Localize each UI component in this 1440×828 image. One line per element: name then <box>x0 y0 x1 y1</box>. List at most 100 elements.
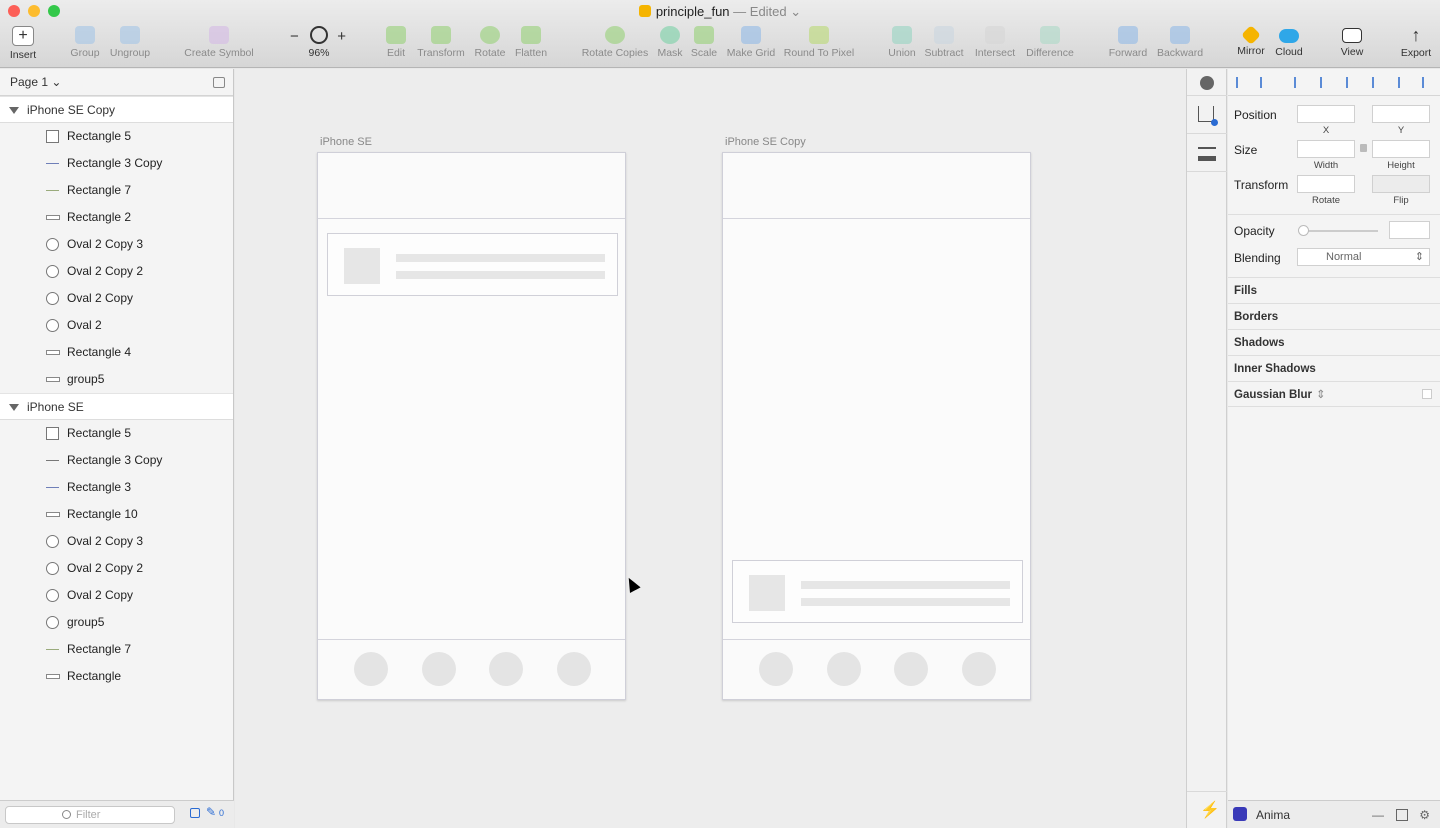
craft-icon[interactable] <box>1187 69 1227 96</box>
artboard-iphone-se-copy[interactable] <box>722 152 1031 700</box>
layer-row[interactable]: Rectangle <box>0 663 233 690</box>
align-left-icon[interactable] <box>1236 77 1249 88</box>
layer-row[interactable]: Oval 2 Copy 2 <box>0 555 233 582</box>
align-left-edge-icon[interactable] <box>1294 77 1307 88</box>
layer-row[interactable]: Oval 2 <box>0 312 233 339</box>
layer-row[interactable]: Rectangle 4 <box>0 339 233 366</box>
layer-row[interactable]: Rectangle 3 <box>0 474 233 501</box>
opacity-field[interactable] <box>1389 221 1430 239</box>
select-arrows-icon: ⇕ <box>1414 251 1424 263</box>
opacity-slider-knob[interactable] <box>1298 225 1309 236</box>
blur-type-arrows-icon[interactable]: ⇕ <box>1316 389 1326 401</box>
settings-gear-icon[interactable]: ⚙ <box>1419 801 1430 828</box>
layer-row[interactable]: Rectangle 2 <box>0 204 233 231</box>
mask-button[interactable]: Mask <box>656 26 684 66</box>
borders-section[interactable]: Borders <box>1228 303 1440 329</box>
view-button[interactable]: View <box>1336 26 1368 66</box>
zoom-in-button[interactable]: + <box>337 28 346 45</box>
shadows-section[interactable]: Shadows <box>1228 329 1440 355</box>
layer-row[interactable]: Rectangle 3 Copy <box>0 447 233 474</box>
y-field[interactable] <box>1372 105 1430 123</box>
layer-row[interactable]: Oval 2 Copy <box>0 582 233 609</box>
layer-row[interactable]: Rectangle 7 <box>0 177 233 204</box>
rotate-copies-button[interactable]: Rotate Copies <box>580 26 650 66</box>
create-symbol-button[interactable]: Create Symbol <box>182 26 256 66</box>
flatten-button[interactable]: Flatten <box>513 26 549 66</box>
fills-section[interactable]: Fills <box>1228 277 1440 303</box>
group-button[interactable]: Group <box>68 26 102 66</box>
page-selector[interactable]: Page 1 ⌄ <box>0 69 233 96</box>
layer-row[interactable]: Rectangle 5 <box>0 420 233 447</box>
lightning-icon[interactable]: ⚡ <box>1187 791 1227 828</box>
gaussian-blur-section[interactable]: Gaussian Blur ⇕ <box>1228 381 1440 407</box>
layer-row[interactable]: group5 <box>0 366 233 393</box>
distribute-icon[interactable] <box>1260 77 1273 88</box>
minimize-panel-icon[interactable]: — <box>1372 801 1384 828</box>
inner-shadows-section[interactable]: Inner Shadows <box>1228 355 1440 381</box>
filter-input[interactable]: Filter <box>5 806 175 824</box>
make-grid-button[interactable]: Make Grid <box>725 26 777 66</box>
canvas[interactable]: iPhone SE iPhone SE Copy <box>235 69 1186 828</box>
lock-icon[interactable] <box>1360 144 1367 152</box>
difference-button[interactable]: Difference <box>1023 26 1077 66</box>
layer-group-row[interactable]: iPhone SE <box>0 393 233 420</box>
subtract-button[interactable]: Subtract <box>922 26 966 66</box>
share-icon[interactable] <box>1187 97 1227 134</box>
align-bottom-icon[interactable] <box>1422 77 1435 88</box>
rotate-field[interactable] <box>1297 175 1355 193</box>
panel-layout-icon[interactable] <box>1396 809 1408 821</box>
height-field[interactable] <box>1372 140 1430 158</box>
filter-pen-icon[interactable]: ✎ <box>206 805 216 819</box>
artboard-iphone-se[interactable] <box>317 152 626 700</box>
layer-row[interactable]: Rectangle 10 <box>0 501 233 528</box>
collapse-pages-icon[interactable] <box>213 77 225 88</box>
blending-select[interactable]: Normal ⇕ <box>1297 248 1430 266</box>
transform-button[interactable]: Transform <box>415 26 467 66</box>
align-right-icon[interactable] <box>1346 77 1359 88</box>
oval-layer-icon <box>46 238 59 251</box>
sketch-window: principle_fun — Edited ⌄ + Insert Group … <box>0 0 1440 828</box>
layer-row[interactable]: Rectangle 7 <box>0 636 233 663</box>
x-field[interactable] <box>1297 105 1355 123</box>
align-center-icon[interactable] <box>1320 77 1333 88</box>
forward-button[interactable]: Forward <box>1106 26 1150 66</box>
disclosure-triangle-icon[interactable] <box>9 404 19 411</box>
anima-label[interactable]: Anima <box>1256 808 1290 822</box>
backward-button[interactable]: Backward <box>1155 26 1205 66</box>
round-to-pixel-button[interactable]: Round To Pixel <box>783 26 855 66</box>
insert-button[interactable]: + Insert <box>7 26 39 66</box>
ungroup-button[interactable]: Ungroup <box>108 26 152 66</box>
artboard-label-iphone-se-copy[interactable]: iPhone SE Copy <box>725 136 806 148</box>
layer-group-row[interactable]: iPhone SE Copy <box>0 96 233 123</box>
blur-checkbox[interactable] <box>1422 389 1432 399</box>
layer-row[interactable]: Rectangle 3 Copy <box>0 150 233 177</box>
disclosure-triangle-icon[interactable] <box>9 107 19 114</box>
scale-button[interactable]: Scale <box>690 26 718 66</box>
align-top-icon[interactable] <box>1372 77 1385 88</box>
layer-row[interactable]: Oval 2 Copy 3 <box>0 231 233 258</box>
layer-row[interactable]: Oval 2 Copy 3 <box>0 528 233 555</box>
opacity-slider[interactable] <box>1302 230 1378 232</box>
mirror-button[interactable]: Mirror <box>1235 25 1267 66</box>
width-field[interactable] <box>1297 140 1355 158</box>
layer-label: Rectangle 4 <box>67 345 132 359</box>
rotate-button[interactable]: Rotate <box>472 26 508 66</box>
layer-label: Rectangle 10 <box>67 507 138 521</box>
title-chevron-icon[interactable]: ⌄ <box>790 4 801 19</box>
layer-style-icon[interactable] <box>1187 135 1227 172</box>
zoom-out-button[interactable]: − <box>290 28 299 45</box>
union-button[interactable]: Union <box>886 26 918 66</box>
artboard-label-iphone-se[interactable]: iPhone SE <box>320 136 372 148</box>
filter-artboards-icon[interactable] <box>190 808 200 818</box>
flip-buttons[interactable] <box>1372 175 1430 193</box>
edit-button[interactable]: Edit <box>384 26 408 66</box>
layer-row[interactable]: Oval 2 Copy 2 <box>0 258 233 285</box>
layer-row[interactable]: group5 <box>0 609 233 636</box>
cloud-button[interactable]: Cloud <box>1272 26 1306 66</box>
align-middle-icon[interactable] <box>1398 77 1411 88</box>
layer-row[interactable]: Rectangle 5 <box>0 123 233 150</box>
layer-row[interactable]: Oval 2 Copy <box>0 285 233 312</box>
export-button[interactable]: ↑ Export <box>1398 26 1434 66</box>
intersect-button[interactable]: Intersect <box>972 26 1018 66</box>
sketch-document-icon <box>638 5 651 17</box>
